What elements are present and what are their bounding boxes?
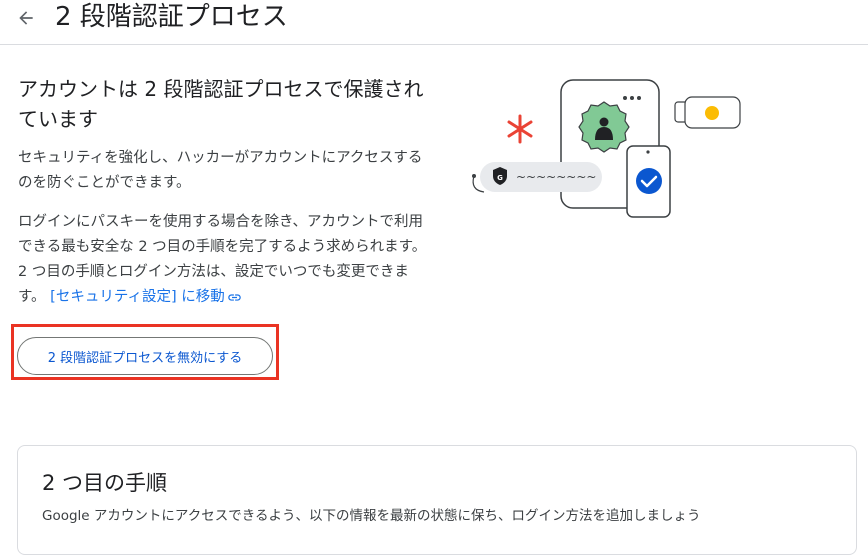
disable-2sv-button[interactable]: 2 段階認証プロセスを無効にする	[17, 337, 273, 375]
security-key-icon	[674, 96, 741, 129]
security-illustration: G ~~~~~~~~	[472, 79, 741, 218]
asterisk-icon	[507, 114, 533, 144]
top-bar: 2 段階認証プロセス	[0, 0, 868, 45]
back-button[interactable]	[14, 6, 38, 30]
password-mask: ~~~~~~~~	[516, 170, 596, 184]
section-title: アカウントは 2 段階認証プロセスで保護されています	[18, 77, 424, 131]
second-steps-description: Google アカウントにアクセスできるよう、以下の情報を最新の状態に保ち、ログ…	[42, 508, 701, 524]
more-dots-icon	[623, 96, 641, 100]
security-settings-link-label: [セキュリティ設定] に移動	[50, 289, 225, 305]
description-paragraph-1: セキュリティを強化し、ハッカーがアカウントにアクセスするのを防ぐことができます。	[18, 150, 423, 191]
page-title: 2 段階認証プロセス	[55, 2, 288, 32]
security-settings-link[interactable]: [セキュリティ設定] に移動	[50, 289, 242, 305]
description-paragraph-2: ログインにパスキーを使用する場合を除き、アカウントで利用できる最も安全な 2 つ…	[18, 210, 428, 310]
second-steps-card: 2 つ目の手順 Google アカウントにアクセスできるよう、以下の情報を最新の…	[17, 445, 857, 555]
link-icon	[227, 293, 241, 301]
arrow-back-icon	[19, 11, 33, 25]
svg-text:G: G	[497, 174, 503, 182]
check-circle-icon	[636, 168, 662, 194]
second-steps-title: 2 つ目の手順	[42, 471, 168, 495]
